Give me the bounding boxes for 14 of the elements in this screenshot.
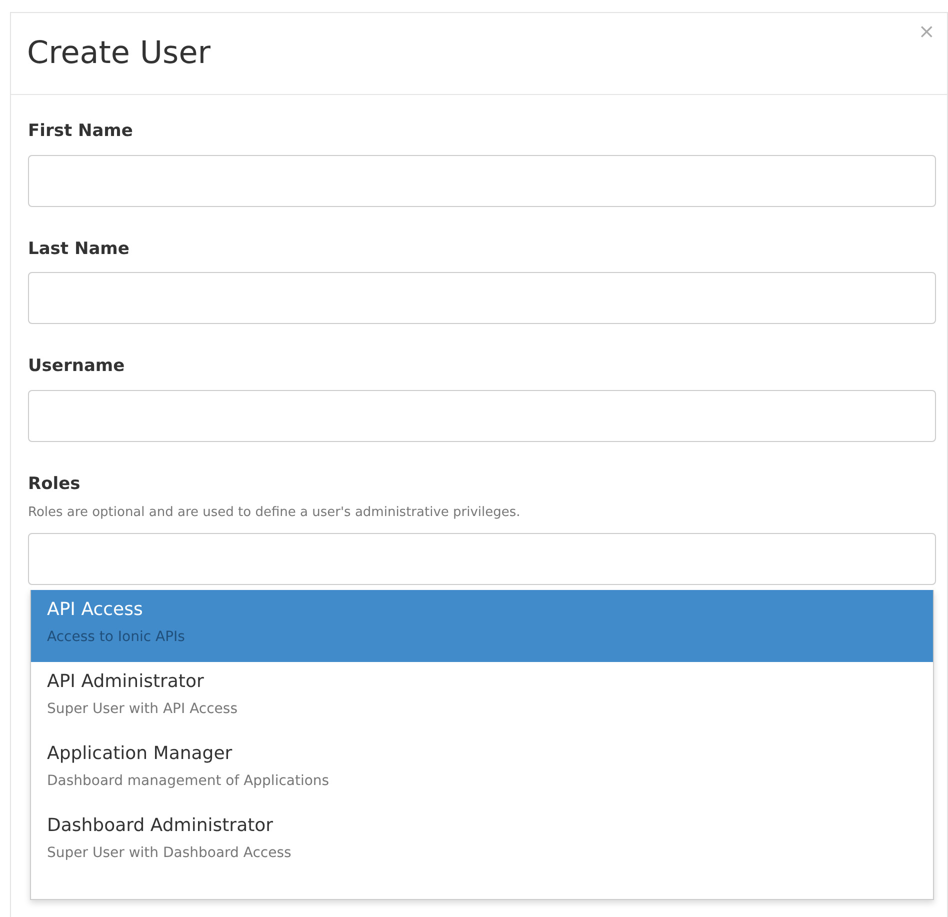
field-label: First Name — [28, 120, 134, 143]
input-field[interactable] — [28, 532, 936, 584]
input-field[interactable] — [28, 154, 936, 206]
dropdown-option[interactable]: Dashboard Administrator Super User with Dashboard Access — [31, 806, 933, 878]
dropdown-option[interactable]: API Access Access to Ionic APIs — [31, 590, 933, 662]
dropdown-option[interactable]: Application Manager Dashboard management of Applications — [31, 734, 933, 806]
help-text: Roles are optional and are used to define a user's administrative privileges. — [28, 504, 522, 522]
dropdown-option[interactable]: API Administrator Super User with API Access — [31, 662, 933, 734]
input-field[interactable] — [28, 390, 936, 442]
input-field[interactable] — [28, 272, 936, 324]
modal-title: Create User — [27, 34, 211, 72]
field-label: Last Name — [28, 238, 130, 260]
field-label: Roles — [28, 472, 82, 496]
field-label: Username — [28, 355, 126, 378]
